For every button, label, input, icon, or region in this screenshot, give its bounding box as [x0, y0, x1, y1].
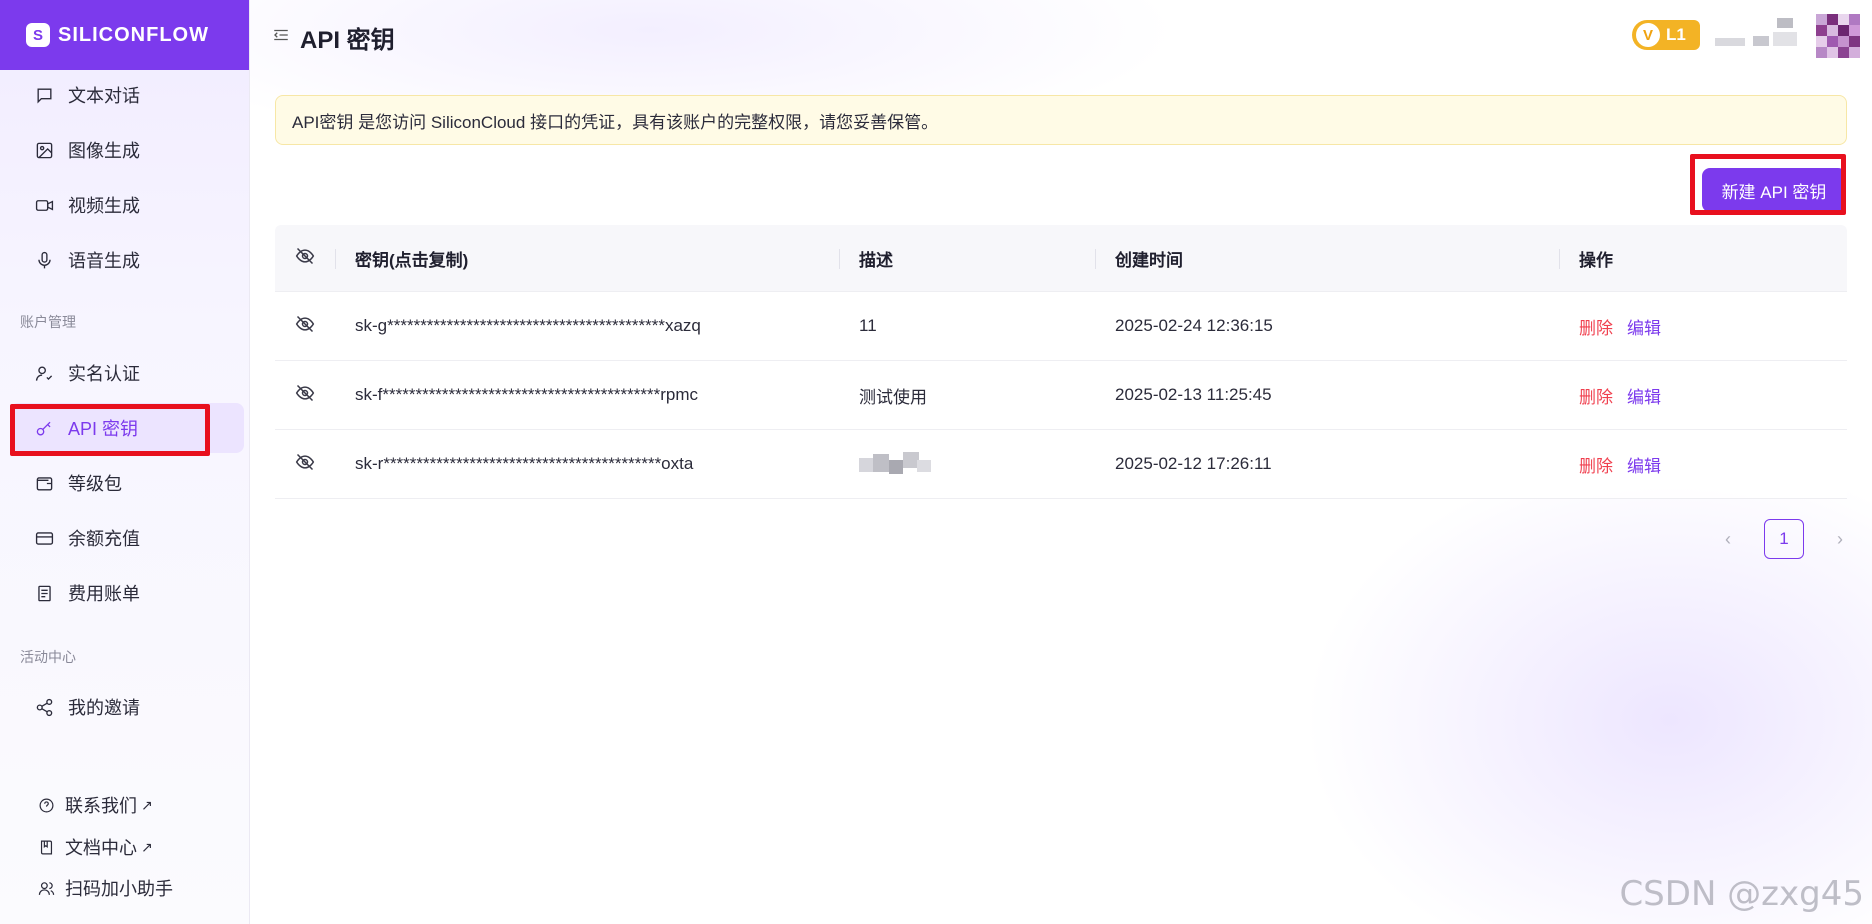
api-keys-table: 密钥(点击复制) 描述 创建时间 操作 sk-g****************… [275, 225, 1847, 499]
column-header-created: 创建时间 [1095, 225, 1559, 291]
collapse-sidebar-icon[interactable] [272, 26, 290, 44]
username-redacted[interactable] [1715, 18, 1805, 54]
docs-center-label: 文档中心 [65, 838, 137, 858]
key-description-redacted [839, 430, 1095, 498]
column-header-key: 密钥(点击复制) [335, 225, 839, 291]
avatar[interactable] [1816, 14, 1860, 58]
sidebar-item-voice-gen[interactable]: 语音生成 [10, 235, 244, 285]
new-api-key-button[interactable]: 新建 API 密钥 [1702, 168, 1846, 212]
edit-button[interactable]: 编辑 [1627, 452, 1661, 477]
sidebar-item-text-chat[interactable]: 文本对话 [10, 70, 244, 120]
sidebar-item-label: API 密钥 [68, 419, 139, 439]
sidebar-item-image-gen[interactable]: 图像生成 [10, 125, 244, 175]
key-description: 11 [859, 316, 877, 335]
docs-center-link[interactable]: 文档中心 ↗ [38, 834, 153, 860]
row-actions: 删除 编辑 [1559, 361, 1847, 429]
api-key-value[interactable]: sk-g************************************… [335, 292, 839, 360]
section-label-account: 账户管理 [20, 314, 76, 330]
edit-button[interactable]: 编辑 [1627, 314, 1661, 339]
page-number-current[interactable]: 1 [1764, 519, 1804, 559]
eye-off-icon [295, 452, 315, 477]
delete-button[interactable]: 删除 [1579, 452, 1613, 477]
external-link-icon: ↗ [141, 796, 153, 813]
sidebar-item-label: 实名认证 [68, 364, 140, 384]
delete-button[interactable]: 删除 [1579, 383, 1613, 408]
sidebar-item-label: 视频生成 [68, 196, 140, 216]
eye-off-icon [295, 314, 315, 339]
sidebar-item-level-package[interactable]: 等级包 [10, 458, 244, 508]
table-header: 密钥(点击复制) 描述 创建时间 操作 [275, 225, 1847, 292]
help-circle-icon [39, 798, 54, 812]
delete-button[interactable]: 删除 [1579, 314, 1613, 339]
contact-us-label: 联系我们 [65, 796, 137, 816]
redacted-text [859, 452, 933, 476]
contact-us-link[interactable]: 联系我们 ↗ [38, 792, 153, 818]
brand-logo[interactable]: S SILICONFLOW [0, 0, 249, 70]
watermark: CSDN @zxg45 [1619, 874, 1864, 914]
table-row: sk-r************************************… [275, 430, 1847, 499]
level-badge[interactable]: V L1 [1632, 20, 1700, 50]
toggle-visibility[interactable] [275, 361, 335, 429]
sidebar-item-recharge[interactable]: 余额充值 [10, 513, 244, 563]
eye-off-icon [295, 383, 315, 408]
created-time: 2025-02-13 11:25:45 [1115, 385, 1272, 404]
sidebar-item-video-gen[interactable]: 视频生成 [10, 180, 244, 230]
sidebar-item-label: 费用账单 [68, 584, 140, 604]
page-title: API 密钥 [300, 27, 395, 54]
user-check-icon [34, 363, 54, 383]
row-actions: 删除 编辑 [1559, 430, 1847, 498]
sidebar-item-billing[interactable]: 费用账单 [10, 568, 244, 618]
external-link-icon: ↗ [141, 838, 153, 855]
key-description: 测试使用 [859, 387, 927, 407]
prev-page-button[interactable]: ‹ [1714, 525, 1742, 553]
column-header-desc: 描述 [839, 225, 1095, 291]
chat-icon [34, 85, 54, 105]
row-actions: 删除 编辑 [1559, 292, 1847, 360]
column-header-actions: 操作 [1559, 225, 1847, 291]
users-icon [38, 881, 55, 895]
sidebar-item-api-keys[interactable]: API 密钥 [10, 403, 244, 453]
sidebar-item-label: 文本对话 [68, 86, 140, 106]
sidebar-item-label: 我的邀请 [68, 698, 140, 718]
created-time: 2025-02-12 17:26:11 [1115, 454, 1272, 473]
created-time: 2025-02-24 12:36:15 [1115, 316, 1273, 335]
table-row: sk-g************************************… [275, 292, 1847, 361]
sidebar: S SILICONFLOW 文本对话 图像生成 视频生成 语音生成 账户管理 实… [0, 0, 250, 924]
toggle-visibility[interactable] [275, 292, 335, 360]
scan-assistant-label: 扫码加小助手 [65, 879, 173, 899]
video-icon [34, 195, 54, 215]
header-visibility[interactable] [275, 225, 335, 291]
brand-name: SILICONFLOW [58, 23, 209, 46]
api-key-value[interactable]: sk-r************************************… [335, 430, 839, 498]
share-icon [34, 697, 54, 717]
api-key-value[interactable]: sk-f************************************… [335, 361, 839, 429]
next-page-button[interactable]: › [1826, 525, 1854, 553]
sidebar-item-label: 图像生成 [68, 141, 140, 161]
mic-icon [34, 250, 54, 270]
sidebar-item-verification[interactable]: 实名认证 [10, 348, 244, 398]
topbar: API 密钥 V L1 [250, 0, 1872, 70]
image-icon [34, 140, 54, 160]
toggle-visibility[interactable] [275, 430, 335, 498]
edit-button[interactable]: 编辑 [1627, 383, 1661, 408]
eye-off-icon [295, 246, 315, 271]
wallet-icon [34, 473, 54, 493]
bill-icon [34, 583, 54, 603]
key-icon [34, 418, 54, 438]
level-label: L1 [1666, 25, 1686, 44]
sidebar-item-invitations[interactable]: 我的邀请 [10, 682, 244, 732]
main-content: API 密钥 V L1 API密钥 是您访问 SiliconCloud 接口的凭… [250, 0, 1872, 924]
sidebar-item-label: 余额充值 [68, 529, 140, 549]
table-row: sk-f************************************… [275, 361, 1847, 430]
credit-card-icon [34, 528, 54, 548]
pagination: ‹ 1 › [1714, 519, 1854, 559]
scan-assistant-link[interactable]: 扫码加小助手 [38, 875, 173, 901]
section-label-activity: 活动中心 [20, 649, 76, 665]
sidebar-item-label: 语音生成 [68, 251, 140, 271]
book-icon [40, 840, 53, 854]
vip-icon: V [1636, 23, 1660, 47]
sidebar-item-label: 等级包 [68, 474, 122, 494]
siliconflow-logo-icon: S [26, 23, 50, 47]
api-key-notice: API密钥 是您访问 SiliconCloud 接口的凭证，具有该账户的完整权限… [275, 95, 1847, 145]
